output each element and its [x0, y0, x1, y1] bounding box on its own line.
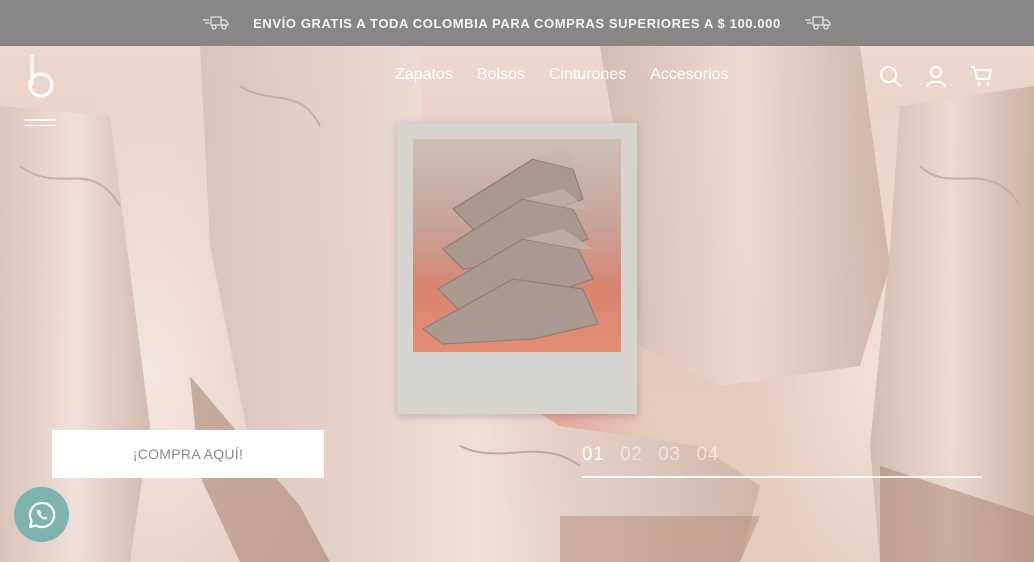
- nav-item-accesorios[interactable]: Accesorios: [650, 66, 728, 84]
- slide-indicator-03[interactable]: 03: [658, 444, 680, 466]
- promo-bar: ENVÍO GRATIS A TODA COLOMBIA PARA COMPRA…: [0, 0, 1034, 46]
- slide-indicator-01[interactable]: 01: [582, 444, 604, 466]
- slide-progress-fill: [582, 476, 682, 478]
- whatsapp-button[interactable]: [14, 487, 69, 542]
- slide-pagination: 01 02 03 04: [582, 444, 719, 466]
- shop-now-button[interactable]: ¡COMPRA AQUÍ!: [52, 430, 324, 478]
- brand-logo[interactable]: [24, 54, 58, 100]
- header-actions: [878, 64, 994, 88]
- nav-item-cinturones[interactable]: Cinturones: [549, 66, 626, 84]
- nav-item-bolsos[interactable]: Bolsos: [477, 66, 525, 84]
- whatsapp-icon: [28, 501, 55, 528]
- slide-progress-track: [582, 476, 982, 478]
- hamburger-line: [25, 124, 56, 126]
- delivery-truck-icon: [203, 16, 229, 30]
- featured-boots-photo: [413, 139, 621, 352]
- slide-indicator-02[interactable]: 02: [620, 444, 642, 466]
- featured-polaroid[interactable]: [397, 123, 637, 414]
- search-icon[interactable]: [878, 64, 902, 88]
- delivery-truck-icon: [804, 16, 831, 30]
- main-nav: Zapatos Bolsos Cinturones Accesorios: [395, 66, 728, 84]
- menu-toggle-button[interactable]: [25, 119, 56, 133]
- nav-item-zapatos[interactable]: Zapatos: [395, 66, 453, 84]
- cart-icon[interactable]: [970, 64, 994, 88]
- promo-text: ENVÍO GRATIS A TODA COLOMBIA PARA COMPRA…: [253, 15, 781, 31]
- slide-indicator-04[interactable]: 04: [696, 444, 718, 466]
- user-icon[interactable]: [924, 64, 948, 88]
- b-logo-icon: [28, 54, 54, 98]
- hamburger-line: [25, 119, 56, 121]
